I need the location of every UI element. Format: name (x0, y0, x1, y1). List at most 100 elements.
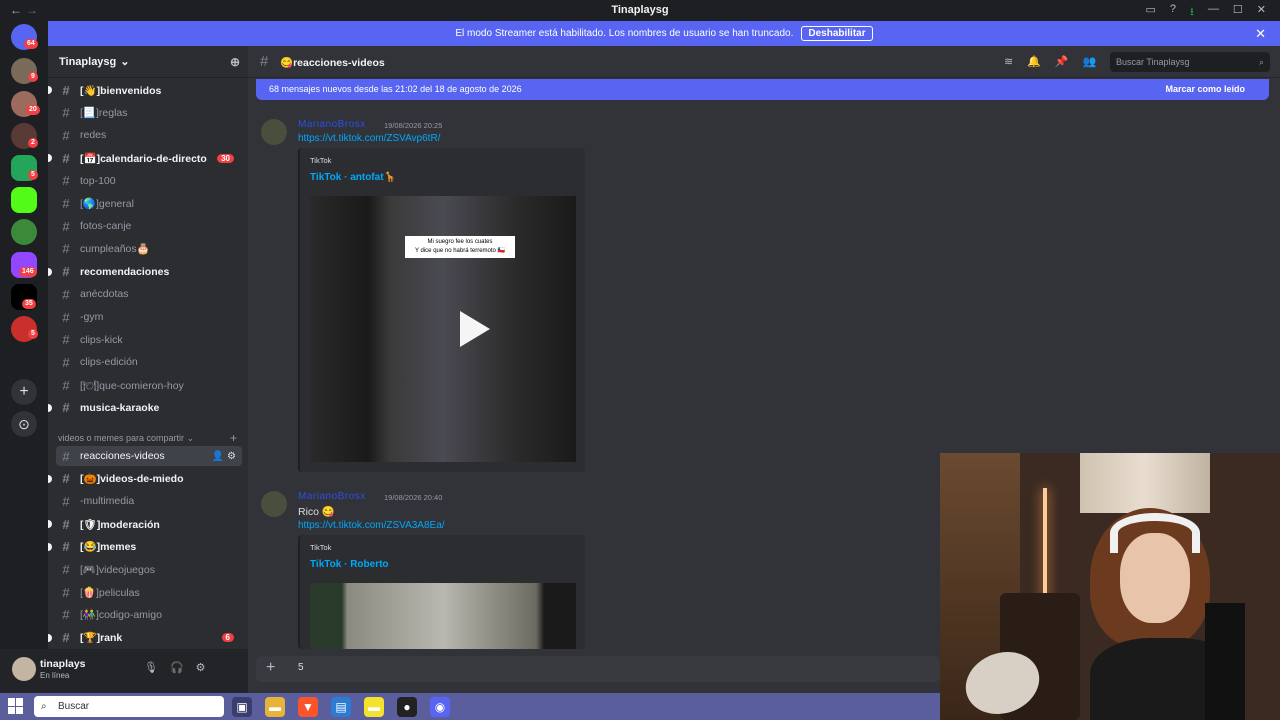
channel-item[interactable]: # clips-kick (56, 330, 242, 350)
channel-item[interactable]: # -gym (56, 307, 242, 327)
new-messages-bar[interactable]: 68 mensajes nuevos desde las 21:02 del 1… (256, 79, 1269, 100)
channel-name: [🎮]videojuegos (80, 564, 155, 576)
channel-item[interactable]: # [🏆]rank 6 (48, 628, 242, 648)
channel-item[interactable]: # [🌎]general (56, 194, 242, 214)
hash-icon: # (62, 607, 70, 623)
hash-icon: # (62, 471, 70, 487)
channel-item[interactable]: # recomendaciones (48, 262, 242, 282)
close-icon[interactable]: ✕ (1255, 26, 1266, 42)
sticky-notes-icon[interactable]: ▬ (364, 697, 384, 717)
attach-plus-icon[interactable]: + (266, 659, 275, 677)
message-author[interactable]: MarianoBrosx (298, 491, 366, 502)
unread-indicator (48, 267, 52, 276)
taskbar-search[interactable]: ⌕ Buscar (34, 696, 224, 717)
chevron-down-icon: ⌄ (120, 56, 130, 68)
bell-icon[interactable]: 🔔 (1027, 55, 1041, 68)
add-server-icon[interactable]: + (11, 379, 37, 405)
unread-indicator (48, 154, 52, 163)
obs-icon[interactable]: ● (397, 697, 417, 717)
threads-icon[interactable]: ≋ (1004, 55, 1013, 68)
window-title: Tinaplaysg (611, 4, 669, 16)
channel-item[interactable]: # [📅]calendario-de-directo 30 (48, 148, 242, 168)
close-button[interactable]: ✕ (1257, 3, 1266, 22)
channel-item[interactable]: # musica-karaoke (48, 398, 242, 418)
unread-badge: 35 (22, 299, 36, 309)
minimize-button[interactable]: — (1208, 3, 1219, 22)
hash-icon: # (260, 53, 269, 70)
members-icon[interactable]: 👥 (1083, 55, 1097, 68)
video-thumbnail[interactable]: Mi suegro fee los cuates Y dice que no h… (310, 196, 576, 462)
task-view-icon[interactable]: ▣ (232, 697, 252, 717)
channel-item[interactable]: # [🛡]moderación (48, 514, 242, 534)
maximize-button[interactable]: ☐ (1233, 3, 1243, 22)
settings-icon[interactable]: ⚙ (196, 661, 206, 674)
message-link[interactable]: https://vt.tiktok.com/ZSVAvp6tR/ (298, 133, 440, 144)
message-input[interactable]: + 5 (256, 656, 940, 682)
hash-icon: # (62, 105, 70, 121)
message-avatar[interactable] (261, 119, 287, 145)
download-icon[interactable]: ⭳ (1190, 3, 1194, 22)
server-header[interactable]: Tinaplaysg ⌄ ⊕ (48, 46, 248, 78)
channel-item[interactable]: # top-100 (56, 171, 242, 191)
hash-icon: # (62, 539, 70, 555)
discord-icon[interactable]: ◉ (430, 697, 450, 717)
channel-item[interactable]: # redes (56, 125, 242, 145)
channel-item[interactable]: # reacciones-videos 👤 ⚙ (56, 446, 242, 466)
channel-name: reacciones-videos (80, 450, 165, 462)
hash-icon: # (62, 196, 70, 211)
channel-item[interactable]: # [📃]reglas (56, 103, 242, 123)
channel-item[interactable]: # [😂]memes (48, 537, 242, 557)
channel-item[interactable]: # -multimedia (56, 491, 242, 511)
channel-name: [🍿]peliculas (80, 586, 140, 599)
microphone-icon[interactable]: 🎙 (144, 661, 158, 674)
mark-as-read-button[interactable]: Marcar como leído (1165, 79, 1245, 100)
video-thumbnail[interactable] (310, 583, 576, 649)
message-input-value: 5 (298, 662, 304, 673)
channel-item[interactable]: # [🎮]videojuegos (56, 560, 242, 580)
channel-item[interactable]: # [🎃]videos-de-miedo (48, 469, 242, 489)
mention-badge: 6 (221, 633, 234, 643)
channel-item[interactable]: # [🍽]que-comieron-hoy (56, 375, 242, 395)
add-channel-icon[interactable]: + (230, 431, 237, 445)
pin-icon[interactable]: 📌 (1055, 55, 1069, 68)
server-icon[interactable] (11, 219, 37, 245)
channel-category[interactable]: videos o memes para compartir ⌄ + (58, 431, 237, 445)
channel-item[interactable]: # [👋]bienvenidos (48, 80, 242, 100)
unread-badge: 9 (28, 72, 38, 82)
message-author[interactable]: MarianoBrosx (298, 119, 366, 130)
file-explorer-icon[interactable]: ▬ (265, 697, 285, 717)
kick-server-icon[interactable] (11, 187, 37, 213)
windows-start-icon[interactable] (8, 698, 24, 714)
message-link[interactable]: https://vt.tiktok.com/ZSVA3A8Ea/ (298, 520, 445, 531)
hash-icon: # (62, 127, 70, 143)
app-icon[interactable]: ▤ (331, 697, 351, 717)
headphones-icon[interactable]: 🎧 (170, 661, 184, 674)
help-icon[interactable]: ? (1170, 3, 1176, 22)
channel-name: -gym (80, 311, 104, 323)
explore-icon[interactable]: ⊙ (11, 411, 37, 437)
channel-item[interactable]: # anécdotas (56, 284, 242, 304)
play-icon[interactable] (460, 311, 490, 347)
banner-text: El modo Streamer está habilitado. Los no… (455, 28, 794, 39)
brave-browser-icon[interactable]: ▼ (298, 697, 318, 717)
message-avatar[interactable] (261, 491, 287, 517)
channel-settings-icon[interactable]: 👤 ⚙ (212, 451, 236, 462)
embed-title[interactable]: TikTok · antofat🦒 (310, 172, 396, 183)
search-input[interactable]: Buscar Tinaplaysg ⌕ (1110, 52, 1270, 72)
inbox-icon[interactable]: ▭ (1146, 3, 1156, 22)
channel-item[interactable]: # [👫]codigo-amigo (56, 605, 242, 625)
message-text: Rico 😋 (298, 506, 335, 518)
unread-badge: 2 (28, 138, 38, 148)
channel-item[interactable]: # fotos-canje (56, 216, 242, 236)
add-member-icon[interactable]: ⊕ (230, 55, 240, 69)
disable-button[interactable]: Deshabilitar (801, 26, 873, 41)
channel-item[interactable]: # cumpleaños🎂 (56, 239, 242, 259)
channel-name: [📃]reglas (80, 107, 128, 120)
username: tinaplays (40, 658, 86, 670)
hash-icon: # (62, 377, 70, 393)
channel-item[interactable]: # clips-edición (56, 352, 242, 372)
embed-title[interactable]: TikTok · Roberto (310, 559, 389, 570)
avatar[interactable] (12, 657, 36, 681)
search-icon: ⌕ (41, 701, 47, 712)
channel-item[interactable]: # [🍿]peliculas (56, 582, 242, 602)
